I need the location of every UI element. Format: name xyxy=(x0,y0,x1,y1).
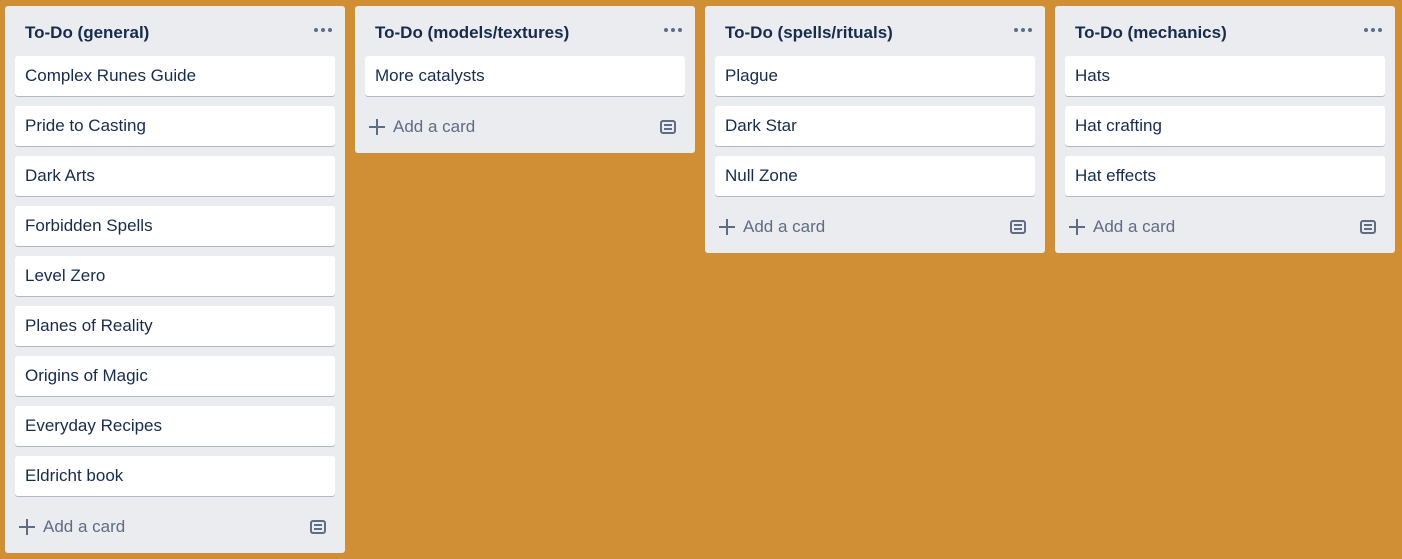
card[interactable]: Hats xyxy=(1065,56,1385,96)
card-template-icon[interactable] xyxy=(309,518,327,536)
more-horizontal-icon xyxy=(1371,28,1375,32)
card[interactable]: Null Zone xyxy=(715,156,1035,196)
list-mechanics: To-Do (mechanics) Hats Hat crafting Hat … xyxy=(1055,6,1395,253)
card[interactable]: More catalysts xyxy=(365,56,685,96)
plus-icon xyxy=(19,519,35,535)
plus-icon xyxy=(1069,219,1085,235)
add-card-label: Add a card xyxy=(743,217,826,236)
more-horizontal-icon xyxy=(664,28,668,32)
card[interactable]: Complex Runes Guide xyxy=(15,56,335,96)
add-card-button[interactable]: Add a card xyxy=(719,212,825,242)
more-horizontal-icon xyxy=(1021,28,1025,32)
board: To-Do (general) Complex Runes Guide Prid… xyxy=(0,0,1402,559)
more-horizontal-icon xyxy=(1014,28,1018,32)
card[interactable]: Planes of Reality xyxy=(15,306,335,346)
plus-icon xyxy=(369,119,385,135)
card-template-icon[interactable] xyxy=(1359,218,1377,236)
card-list: More catalysts xyxy=(355,56,695,96)
list-header: To-Do (general) xyxy=(5,6,345,56)
add-card-label: Add a card xyxy=(43,517,126,536)
card[interactable]: Hat effects xyxy=(1065,156,1385,196)
list-title[interactable]: To-Do (spells/rituals) xyxy=(725,23,893,43)
list-menu-button[interactable] xyxy=(659,18,687,42)
card[interactable]: Dark Star xyxy=(715,106,1035,146)
card[interactable]: Pride to Casting xyxy=(15,106,335,146)
add-card-label: Add a card xyxy=(393,117,476,136)
card-template-icon[interactable] xyxy=(1009,218,1027,236)
more-horizontal-icon xyxy=(671,28,675,32)
list-header: To-Do (spells/rituals) xyxy=(705,6,1045,56)
more-horizontal-icon xyxy=(314,28,318,32)
card[interactable]: Origins of Magic xyxy=(15,356,335,396)
add-card-label: Add a card xyxy=(1093,217,1176,236)
card[interactable]: Dark Arts xyxy=(15,156,335,196)
list-menu-button[interactable] xyxy=(309,18,337,42)
more-horizontal-icon xyxy=(1028,28,1032,32)
add-card-button[interactable]: Add a card xyxy=(19,512,125,542)
card[interactable]: Eldricht book xyxy=(15,456,335,496)
list-models-textures: To-Do (models/textures) More catalysts A… xyxy=(355,6,695,153)
list-title[interactable]: To-Do (general) xyxy=(25,23,149,43)
list-header: To-Do (models/textures) xyxy=(355,6,695,56)
list-spells-rituals: To-Do (spells/rituals) Plague Dark Star … xyxy=(705,6,1045,253)
list-footer: Add a card xyxy=(705,206,1045,253)
list-menu-button[interactable] xyxy=(1009,18,1037,42)
list-footer: Add a card xyxy=(355,106,695,153)
list-title[interactable]: To-Do (models/textures) xyxy=(375,23,569,43)
card-list: Hats Hat crafting Hat effects xyxy=(1055,56,1395,196)
more-horizontal-icon xyxy=(328,28,332,32)
card[interactable]: Level Zero xyxy=(15,256,335,296)
list-general: To-Do (general) Complex Runes Guide Prid… xyxy=(5,6,345,553)
add-card-button[interactable]: Add a card xyxy=(1069,212,1175,242)
card-list: Complex Runes Guide Pride to Casting Dar… xyxy=(5,56,345,496)
list-header: To-Do (mechanics) xyxy=(1055,6,1395,56)
list-footer: Add a card xyxy=(1055,206,1395,253)
plus-icon xyxy=(719,219,735,235)
card[interactable]: Forbidden Spells xyxy=(15,206,335,246)
card[interactable]: Plague xyxy=(715,56,1035,96)
more-horizontal-icon xyxy=(1378,28,1382,32)
list-footer: Add a card xyxy=(5,506,345,553)
add-card-button[interactable]: Add a card xyxy=(369,112,475,142)
more-horizontal-icon xyxy=(1364,28,1368,32)
list-title[interactable]: To-Do (mechanics) xyxy=(1075,23,1227,43)
card[interactable]: Hat crafting xyxy=(1065,106,1385,146)
card-template-icon[interactable] xyxy=(659,118,677,136)
more-horizontal-icon xyxy=(321,28,325,32)
more-horizontal-icon xyxy=(678,28,682,32)
card-list: Plague Dark Star Null Zone xyxy=(705,56,1045,196)
list-menu-button[interactable] xyxy=(1359,18,1387,42)
card[interactable]: Everyday Recipes xyxy=(15,406,335,446)
